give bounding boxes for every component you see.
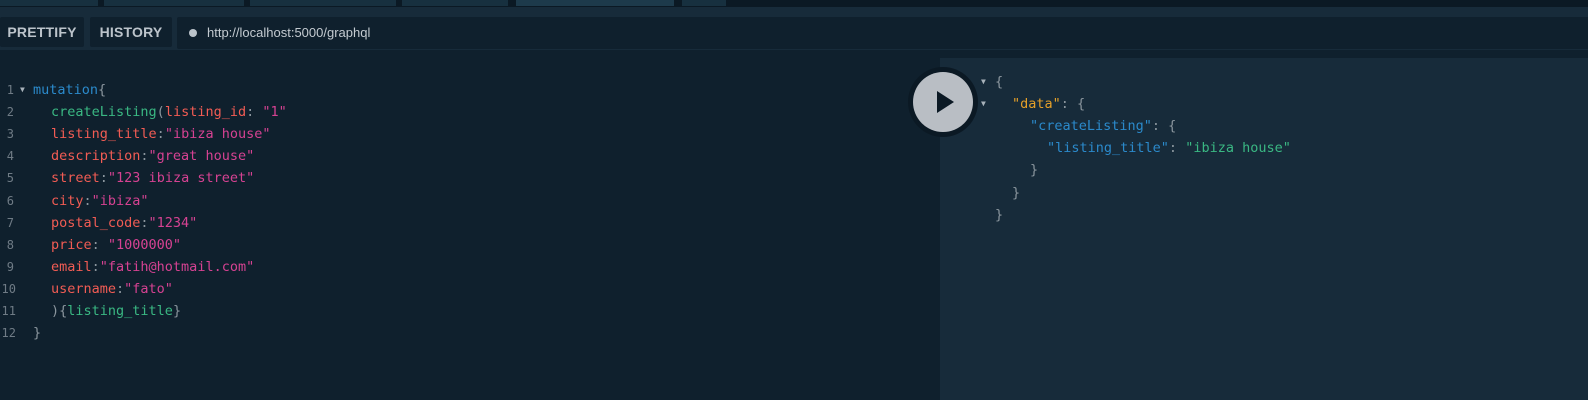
code-token: ){ bbox=[51, 303, 68, 319]
code-line: 11 ){listing_title} bbox=[0, 300, 940, 322]
code-token: "fato" bbox=[124, 280, 173, 297]
prettify-button[interactable]: PRETTIFY bbox=[0, 17, 84, 47]
fold-arrow-icon[interactable]: ▼ bbox=[981, 71, 986, 93]
code-line: 5 street:"123 ibiza street" bbox=[0, 167, 940, 189]
result-line: ▼{ bbox=[940, 71, 1588, 93]
code-token: : bbox=[91, 258, 100, 275]
code-line: 6 city:"ibiza" bbox=[0, 190, 940, 212]
status-dot-icon bbox=[189, 29, 197, 37]
line-number: 9 bbox=[6, 259, 14, 274]
code-token: : bbox=[99, 170, 108, 187]
code-token: listing_id bbox=[164, 104, 247, 121]
code-token: mutation bbox=[33, 82, 99, 98]
code-token: : bbox=[91, 236, 108, 253]
line-number: 12 bbox=[1, 326, 16, 341]
line-number: 10 bbox=[1, 281, 16, 296]
code-token: "great house" bbox=[148, 148, 255, 165]
code-line: 2 createListing(listing_id: "1" bbox=[0, 101, 940, 123]
line-number: 6 bbox=[6, 193, 14, 208]
line-number: 8 bbox=[6, 237, 14, 252]
result-line: } bbox=[940, 204, 1588, 226]
code-token: email bbox=[51, 258, 92, 275]
code-token: : bbox=[140, 214, 149, 231]
code-token: : bbox=[140, 148, 149, 165]
code-token: listing_title bbox=[67, 303, 173, 319]
query-editor[interactable]: 1 ▼ mutation{2 createListing(listing_id: "1… bbox=[0, 58, 940, 400]
fold-arrow-icon[interactable]: ▼ bbox=[981, 93, 986, 115]
json-token: : bbox=[1168, 140, 1186, 157]
line-number: 1 bbox=[6, 83, 14, 97]
line-number: 5 bbox=[6, 171, 14, 186]
result-line: } bbox=[940, 159, 1588, 181]
line-number: 3 bbox=[6, 127, 14, 142]
line-number: 7 bbox=[6, 215, 14, 230]
code-token: "123 ibiza street" bbox=[107, 170, 255, 187]
code-token: city bbox=[51, 192, 84, 209]
result-line: "listing_title": "ibiza house" bbox=[940, 137, 1588, 159]
code-token: username bbox=[51, 280, 117, 297]
code-token: ( bbox=[156, 104, 165, 121]
code-line: 7 postal_code:"1234" bbox=[0, 212, 940, 234]
code-line: 10 username:"fato" bbox=[0, 278, 940, 300]
code-token: "1" bbox=[262, 104, 287, 121]
result-line: ▼ "data": { bbox=[940, 93, 1588, 115]
code-token: : bbox=[83, 192, 92, 209]
code-token: } bbox=[172, 303, 182, 319]
json-token: : { bbox=[1060, 96, 1086, 113]
code-token: "1000000" bbox=[107, 236, 182, 253]
code-token: "fatih@hotmail.com" bbox=[99, 258, 255, 275]
code-token: "1234" bbox=[148, 214, 198, 231]
code-token: } bbox=[33, 325, 42, 342]
code-token: description bbox=[51, 148, 141, 165]
json-token: "createListing" bbox=[1030, 118, 1152, 135]
code-token: "ibiza house" bbox=[164, 126, 271, 143]
endpoint-url-input[interactable]: http://localhost:5000/graphql bbox=[177, 17, 1588, 49]
code-line: 9 email:"fatih@hotmail.com" bbox=[0, 256, 940, 278]
fold-arrow-icon[interactable]: ▼ bbox=[20, 79, 25, 101]
code-token: "ibiza" bbox=[91, 192, 149, 209]
code-line: 12} bbox=[0, 322, 940, 344]
line-number: 11 bbox=[1, 304, 16, 318]
code-token: postal_code bbox=[51, 214, 141, 231]
code-token: : bbox=[156, 126, 165, 143]
code-token: createListing bbox=[51, 104, 157, 121]
code-line: 8 price: "1000000" bbox=[0, 234, 940, 256]
json-token: "listing_title" bbox=[1047, 140, 1169, 157]
code-token: price bbox=[51, 236, 92, 253]
history-button[interactable]: HISTORY bbox=[90, 17, 172, 47]
endpoint-url-text: http://localhost:5000/graphql bbox=[207, 25, 371, 40]
json-token: } bbox=[1030, 162, 1039, 179]
json-token: } bbox=[995, 206, 1004, 223]
toolbar: PRETTIFY HISTORY http://localhost:5000/g… bbox=[0, 6, 1588, 50]
code-token: listing_title bbox=[51, 126, 157, 143]
code-line: 3 listing_title:"ibiza house" bbox=[0, 123, 940, 145]
line-number: 4 bbox=[6, 149, 14, 164]
line-number: 2 bbox=[6, 105, 14, 120]
json-token: : { bbox=[1151, 118, 1177, 135]
result-viewer: ▼{▼ "data": {"createListing": {"listing_t… bbox=[940, 58, 1588, 400]
result-line: } bbox=[940, 182, 1588, 204]
play-icon bbox=[937, 91, 954, 113]
execute-query-button[interactable] bbox=[913, 72, 973, 132]
json-token: "ibiza house" bbox=[1185, 140, 1291, 157]
code-line: 1 ▼ mutation{ bbox=[0, 79, 940, 101]
json-token: { bbox=[995, 74, 1004, 90]
code-token: street bbox=[51, 170, 100, 187]
code-line: 4 description:"great house" bbox=[0, 145, 940, 167]
json-token: "data" bbox=[1012, 96, 1061, 113]
code-token: : bbox=[116, 280, 125, 297]
json-token: } bbox=[1012, 184, 1021, 201]
code-token: { bbox=[98, 82, 107, 98]
code-token: : bbox=[246, 104, 263, 121]
result-line: "createListing": { bbox=[940, 115, 1588, 137]
